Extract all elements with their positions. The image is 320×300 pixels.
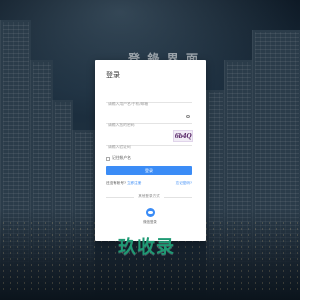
remember-checkbox[interactable] (106, 156, 110, 161)
login-card: 登录 6b4Q 记住帐户名 登录 还没有帐号?立即注册 忘记密码? 其他登录方式… (95, 60, 206, 241)
account-links: 还没有帐号?立即注册 忘记密码? (106, 181, 192, 186)
no-account-text: 还没有帐号? (106, 181, 126, 185)
wechat-login-label: 微信登录 (143, 220, 157, 224)
username-input[interactable] (106, 98, 196, 110)
register-link[interactable]: 立即注册 (127, 181, 141, 185)
watermark-logo: 玖收录 (118, 237, 175, 258)
username-field-wrap (106, 90, 196, 110)
remember-label: 记住帐户名 (112, 156, 131, 160)
login-button[interactable]: 登录 (106, 166, 192, 175)
captcha-field-wrap: 6b4Q (106, 130, 193, 153)
login-title: 登录 (106, 72, 120, 79)
other-login-label: 其他登录方式 (138, 194, 160, 198)
wechat-icon[interactable] (145, 208, 155, 217)
other-login-divider: 其他登录方式 (106, 194, 192, 200)
forgot-password-link[interactable]: 忘记密码? (176, 181, 192, 186)
wechat-login[interactable]: 微信登录 (142, 208, 158, 224)
show-password-icon[interactable] (186, 115, 190, 118)
password-field-wrap (106, 111, 196, 131)
captcha-image[interactable]: 6b4Q (173, 130, 193, 142)
captcha-input[interactable] (106, 141, 174, 153)
remember-account[interactable]: 记住帐户名 (106, 156, 131, 161)
